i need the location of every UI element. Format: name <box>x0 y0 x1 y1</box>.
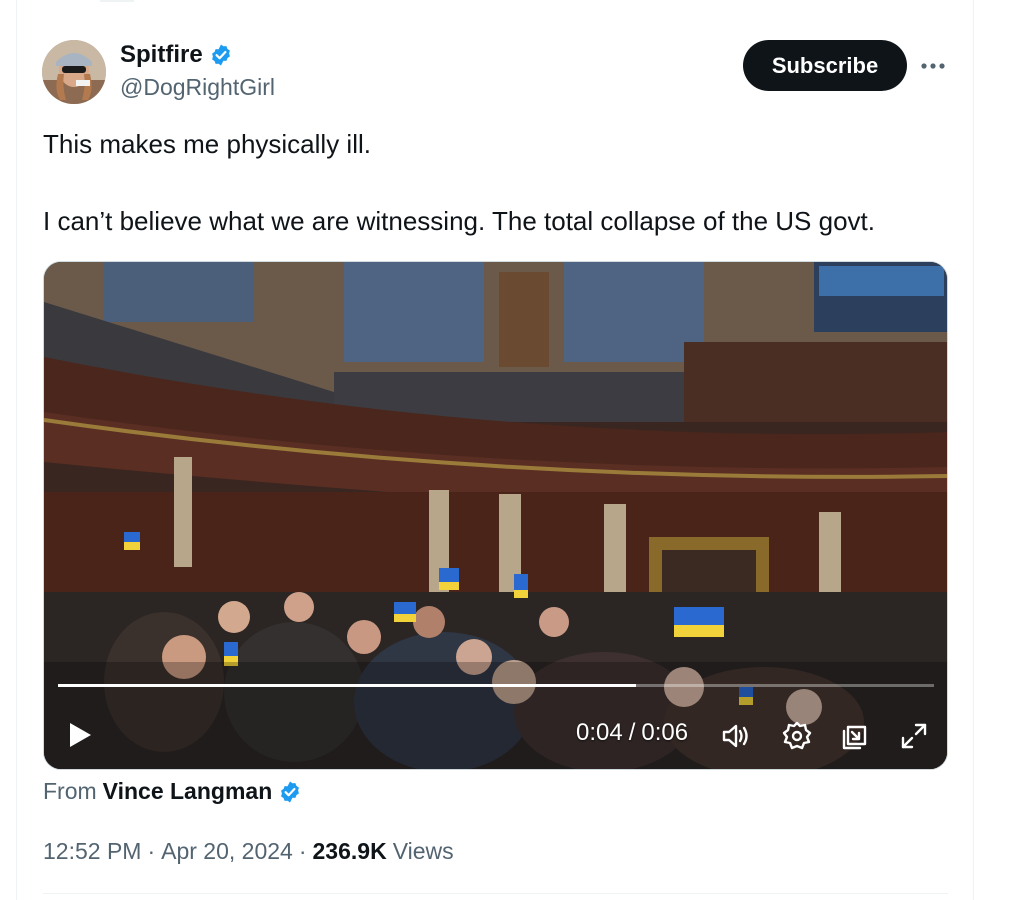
attribution-prefix: From <box>43 778 97 804</box>
tweet-meta: 12:52 PM · Apr 20, 2024 · 236.9K Views <box>43 838 454 865</box>
tweet-paragraph: This makes me physically ill. <box>43 129 371 159</box>
video-player[interactable]: 0:04 / 0:06 <box>43 261 948 770</box>
video-time: 0:04 / 0:06 <box>576 719 688 747</box>
top-divider <box>100 0 134 2</box>
video-frame <box>44 262 947 769</box>
tweet-time[interactable]: 12:52 PM <box>43 838 141 865</box>
subscribe-button[interactable]: Subscribe <box>743 40 907 91</box>
video-duration: 0:06 <box>641 719 689 746</box>
tweet-date[interactable]: Apr 20, 2024 <box>161 838 293 865</box>
avatar[interactable] <box>42 40 106 104</box>
play-icon[interactable] <box>64 720 94 750</box>
video-time-separator: / <box>628 719 636 746</box>
fullscreen-icon[interactable] <box>898 720 930 752</box>
volume-icon[interactable] <box>720 720 752 752</box>
author-name-row[interactable]: Spitfire <box>120 41 233 69</box>
video-progress-fill <box>58 684 637 687</box>
tweet-text: This makes me physically ill. I can’t be… <box>43 128 963 238</box>
views-label: Views <box>392 838 454 864</box>
meta-separator: · <box>298 838 307 864</box>
video-current-time: 0:04 <box>576 719 623 746</box>
verified-badge-icon <box>278 780 302 804</box>
settings-icon[interactable] <box>781 720 813 752</box>
video-progress-track[interactable] <box>58 684 934 687</box>
verified-badge-icon <box>209 43 233 67</box>
author-display-name[interactable]: Spitfire <box>120 41 203 69</box>
more-horizontal-icon[interactable] <box>918 52 948 80</box>
author-handle[interactable]: @DogRightGirl <box>120 74 275 101</box>
meta-separator: · <box>147 838 156 864</box>
attribution-source-link[interactable]: Vince Langman <box>103 778 273 805</box>
views-count: 236.9K <box>312 838 387 864</box>
bottom-divider <box>43 893 948 894</box>
pip-icon[interactable] <box>840 720 872 752</box>
tweet-paragraph: I can’t believe what we are witnessing. … <box>43 206 875 236</box>
video-attribution: From Vince Langman <box>43 778 302 805</box>
